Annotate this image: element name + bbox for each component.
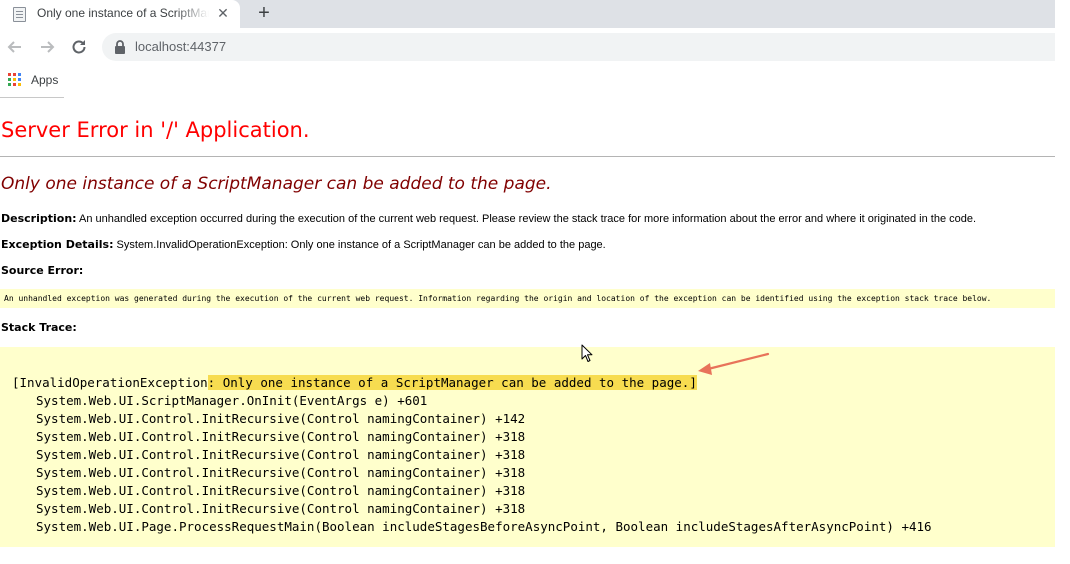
forward-arrow-icon[interactable] bbox=[37, 37, 57, 57]
new-tab-button[interactable]: + bbox=[254, 2, 274, 24]
stack-trace-exception-type: [InvalidOperationException bbox=[12, 375, 208, 390]
stack-trace-line: System.Web.UI.Control.InitRecursive(Cont… bbox=[36, 501, 526, 516]
lock-icon[interactable] bbox=[114, 40, 126, 54]
close-tab-icon[interactable]: ✕ bbox=[215, 5, 231, 21]
reload-icon[interactable] bbox=[69, 37, 89, 57]
stack-trace-label: Stack Trace: bbox=[1, 321, 77, 334]
exception-details-text: System.InvalidOperationException: Only o… bbox=[116, 239, 606, 251]
mouse-cursor-icon bbox=[581, 344, 593, 362]
source-error-text: An unhandled exception was generated dur… bbox=[4, 294, 992, 303]
highlighted-exception-message: : Only one instance of a ScriptManager c… bbox=[207, 375, 697, 390]
browser-tab[interactable]: Only one instance of a ScriptManager can… bbox=[0, 0, 240, 28]
description-line: Description: An unhandled exception occu… bbox=[1, 212, 976, 226]
stack-trace-line: System.Web.UI.Control.InitRecursive(Cont… bbox=[36, 429, 526, 444]
stack-trace-line: System.Web.UI.ScriptManager.OnInit(Event… bbox=[36, 393, 428, 408]
source-error-label: Source Error: bbox=[1, 264, 84, 277]
title-divider bbox=[0, 156, 1055, 157]
stack-trace-line: Stack Trace: bbox=[1, 321, 77, 335]
source-error-box: An unhandled exception was generated dur… bbox=[0, 289, 1055, 308]
address-bar[interactable]: localhost:44377 bbox=[102, 33, 1055, 61]
stack-trace-first-line: [InvalidOperationException: Only one ins… bbox=[12, 374, 932, 392]
apps-bookmark[interactable]: Apps bbox=[31, 73, 58, 87]
apps-grid-icon[interactable] bbox=[8, 73, 22, 87]
page-icon bbox=[13, 7, 26, 22]
stack-trace-lines: [InvalidOperationException: Only one ins… bbox=[12, 374, 932, 536]
browser-toolbar: localhost:44377 bbox=[0, 28, 1055, 66]
url-text[interactable]: localhost:44377 bbox=[135, 39, 226, 55]
description-text: An unhandled exception occurred during t… bbox=[79, 213, 977, 225]
back-arrow-icon[interactable] bbox=[5, 37, 25, 57]
divider bbox=[0, 97, 64, 98]
arrow-icon bbox=[698, 352, 770, 375]
source-error-line: Source Error: bbox=[1, 264, 83, 278]
stack-trace-line: System.Web.UI.Page.ProcessRequestMain(Bo… bbox=[36, 519, 932, 534]
bookmarks-bar: Apps bbox=[0, 66, 1055, 96]
stack-trace-line: System.Web.UI.Control.InitRecursive(Cont… bbox=[36, 411, 526, 426]
description-label: Description: bbox=[1, 212, 77, 225]
stack-trace-line: System.Web.UI.Control.InitRecursive(Cont… bbox=[36, 483, 526, 498]
exception-message-heading: Only one instance of a ScriptManager can… bbox=[1, 174, 552, 194]
page-title: Server Error in '/' Application. bbox=[1, 118, 310, 142]
exception-details-line: Exception Details: System.InvalidOperati… bbox=[1, 238, 606, 252]
exception-details-label: Exception Details: bbox=[1, 238, 114, 251]
stack-trace-box: [InvalidOperationException: Only one ins… bbox=[0, 347, 1055, 547]
tab-strip: Only one instance of a ScriptManager can… bbox=[0, 0, 1055, 28]
stack-trace-line: System.Web.UI.Control.InitRecursive(Cont… bbox=[36, 465, 526, 480]
stack-trace-line: System.Web.UI.Control.InitRecursive(Cont… bbox=[36, 447, 526, 462]
tab-title: Only one instance of a ScriptManager can… bbox=[37, 6, 209, 20]
